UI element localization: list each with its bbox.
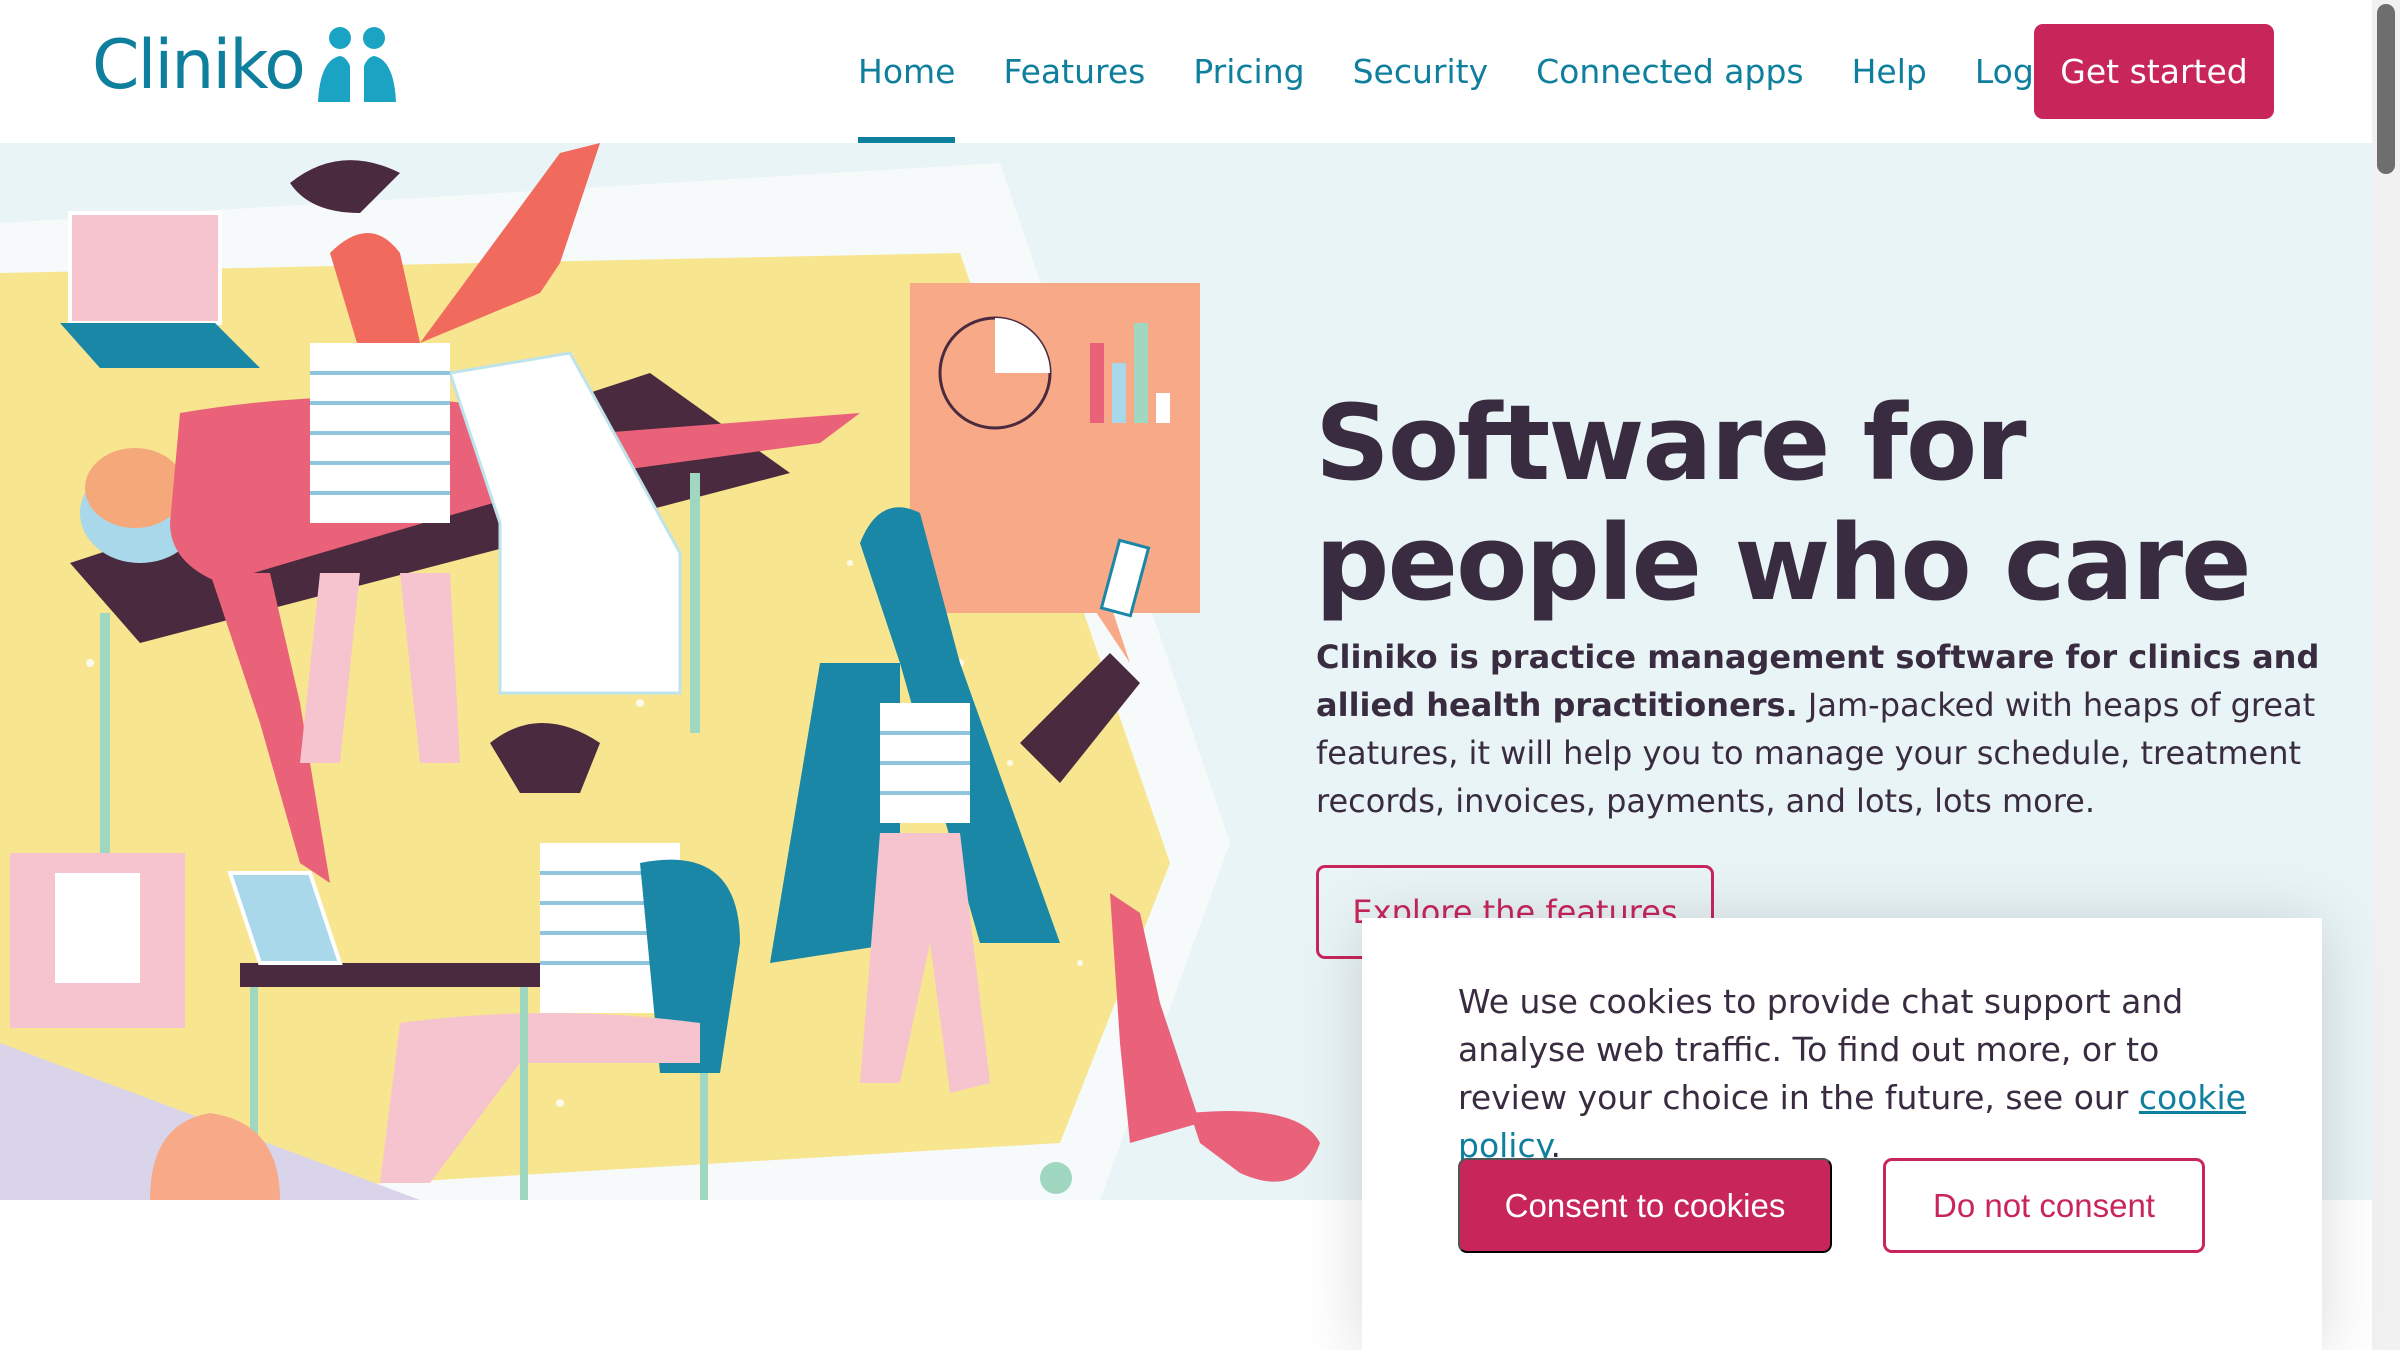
nav-home[interactable]: Home xyxy=(858,0,956,143)
consent-cookies-button[interactable]: Consent to cookies xyxy=(1458,1158,1832,1253)
nav-pricing[interactable]: Pricing xyxy=(1193,0,1304,143)
scrollbar-thumb[interactable] xyxy=(2377,4,2395,174)
hero-illustration xyxy=(0,143,1320,1200)
page-scrollbar[interactable] xyxy=(2372,0,2400,1350)
hero-heading: Software for people who care xyxy=(1315,382,2252,624)
cookie-message: We use cookies to provide chat support a… xyxy=(1458,978,2248,1170)
nav-features[interactable]: Features xyxy=(1003,0,1145,143)
do-not-consent-button[interactable]: Do not consent xyxy=(1883,1158,2205,1253)
nav-connected-apps[interactable]: Connected apps xyxy=(1536,0,1804,143)
cliniko-logo[interactable]: Cliniko xyxy=(92,20,404,110)
main-nav: Home Features Pricing Security Connected… xyxy=(858,0,2122,143)
get-started-button[interactable]: Get started xyxy=(2034,24,2274,119)
logo-people-icon xyxy=(317,27,396,102)
logo-wordmark: Cliniko xyxy=(92,25,306,105)
nav-security[interactable]: Security xyxy=(1353,0,1489,143)
hero-description: Cliniko is practice management software … xyxy=(1316,633,2326,825)
cookie-consent-dialog: We use cookies to provide chat support a… xyxy=(1362,918,2322,1350)
site-header: Cliniko Home Features Pricing Security C… xyxy=(0,0,2372,143)
cookie-message-text: We use cookies to provide chat support a… xyxy=(1458,982,2184,1117)
nav-help[interactable]: Help xyxy=(1852,0,1927,143)
